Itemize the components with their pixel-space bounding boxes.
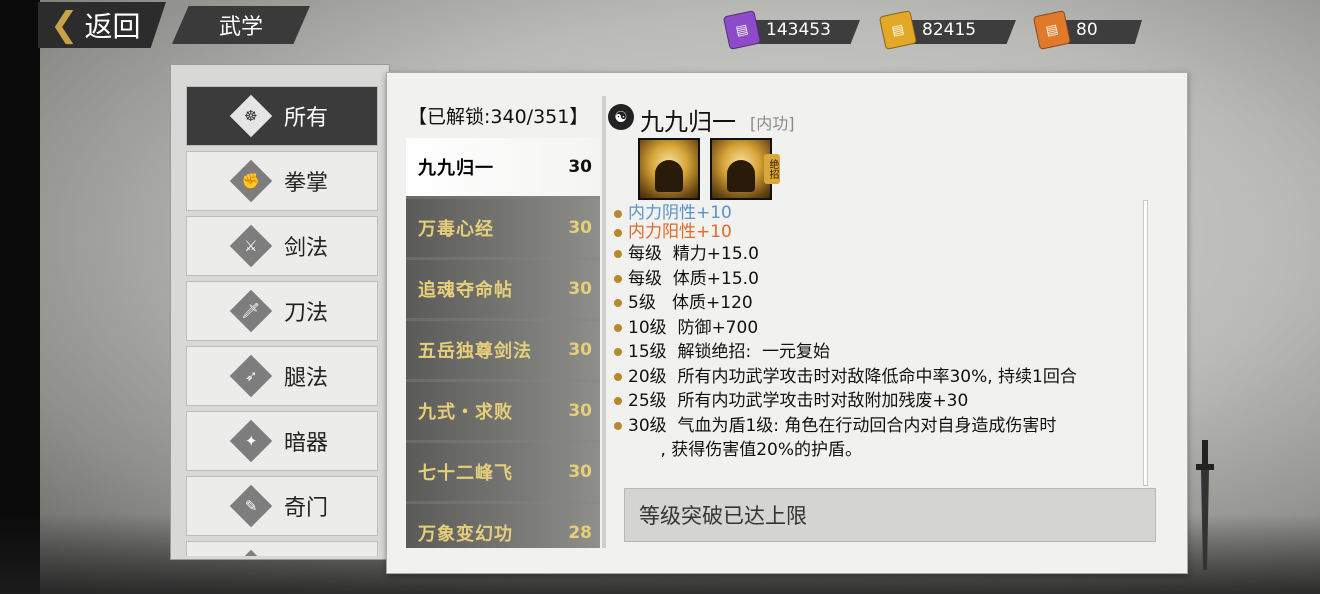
effect-line: 25级 所有内功武学攻击时对敌附加残废+30 [614, 389, 1144, 414]
category-label: 腿法 [283, 366, 328, 391]
internal-art-icon: ☯ [608, 104, 634, 130]
effect-line: 20级 所有内功武学攻击时对敌降低命中率30%, 持续1回合 [614, 365, 1144, 390]
skill-portrait[interactable] [638, 138, 700, 200]
resource-purple[interactable]: ▤ 143453 [722, 10, 860, 50]
sword-decoration-icon [1196, 440, 1214, 570]
category-blade[interactable]: 🗡 刀法 [186, 281, 378, 341]
category-label: 刀法 [283, 301, 328, 326]
purple-ticket-icon: ▤ [722, 10, 762, 50]
meditating-monk-icon [655, 160, 683, 192]
skill-title: 九九归一 [640, 108, 736, 136]
effect-line: 内力阳性+10 [614, 223, 1144, 242]
fire-ticket-icon: ▤ [1032, 10, 1072, 50]
kick-icon: ➶ [229, 354, 273, 398]
effects-list[interactable]: 内力阴性+10 内力阳性+10 每级 精力+15.0 每级 体质+15.0 5级… [614, 204, 1144, 484]
blade-icon: 🗡 [229, 289, 273, 333]
effect-line: 5级 体质+120 [614, 291, 1144, 316]
shuriken-icon: ✦ [229, 419, 273, 463]
page-title: 武学 [172, 6, 310, 44]
category-exotic[interactable]: ✎ 奇门 [186, 476, 378, 536]
category-label: 所有 [283, 106, 328, 131]
resource-value: 82415 [922, 20, 977, 40]
skill-item[interactable]: 七十二峰飞 30 [406, 443, 600, 501]
category-label: 奇门 [283, 496, 328, 521]
gold-ticket-icon: ▤ [878, 10, 918, 50]
skill-item[interactable]: 五岳独尊剑法 30 [406, 321, 600, 379]
divider [602, 96, 606, 548]
category-internal[interactable]: ☯ 内功 [186, 541, 378, 556]
effect-line: 30级 气血为盾1级: 角色在行动回合内对自身造成伤害时 , 获得伤害值20%的… [614, 414, 1144, 463]
effect-line: 内力阴性+10 [614, 204, 1144, 223]
effect-line: 每级 精力+15.0 [614, 242, 1144, 267]
resource-value: 143453 [766, 20, 831, 40]
category-label: 内功 [284, 555, 328, 556]
ultimate-tag: 绝招 [764, 154, 780, 184]
ultimate-portrait[interactable]: 绝招 [710, 138, 780, 200]
category-list[interactable]: ☸ 所有 ✊ 拳掌 ⚔ 剑法 🗡 刀法 ➶ 腿法 ✦ 暗器 ✎ 奇门 ☯ 内功 [186, 86, 378, 556]
skill-item[interactable]: 万象变幻功 28 [406, 504, 600, 548]
meditation-icon: ☯ [229, 549, 273, 556]
unlock-count: 【已解锁:340/351】 [408, 106, 589, 128]
category-hidden-weapon[interactable]: ✦ 暗器 [186, 411, 378, 471]
category-sword[interactable]: ⚔ 剑法 [186, 216, 378, 276]
category-label: 剑法 [283, 236, 328, 261]
meditating-monk-icon [727, 160, 755, 192]
sword-icon: ⚔ [229, 224, 273, 268]
level-limit-status: 等级突破已达上限 [624, 488, 1156, 542]
category-label: 拳掌 [283, 171, 328, 196]
category-kick[interactable]: ➶ 腿法 [186, 346, 378, 406]
resource-value: 80 [1076, 20, 1098, 40]
effect-line: 10级 防御+700 [614, 316, 1144, 341]
skill-type: [内功] [750, 114, 795, 133]
resource-gold[interactable]: ▤ 82415 [878, 10, 1016, 50]
skill-item[interactable]: 追魂夺命帖 30 [406, 260, 600, 318]
fist-icon: ✊ [229, 159, 273, 203]
skill-list[interactable]: 九九归一 30 万毒心经 30 追魂夺命帖 30 五岳独尊剑法 30 九式・求败 30 七… [406, 138, 600, 548]
left-edge [0, 0, 40, 594]
effect-line: 每级 体质+15.0 [614, 267, 1144, 292]
all-icon: ☸ [229, 94, 273, 138]
skill-item[interactable]: 九式・求败 30 [406, 382, 600, 440]
skill-item[interactable]: 万毒心经 30 [406, 199, 600, 257]
category-all[interactable]: ☸ 所有 [186, 86, 378, 146]
back-chevron-icon: ❮ [50, 5, 79, 45]
resource-fire[interactable]: ▤ 80 [1032, 10, 1142, 50]
back-button[interactable]: ❮ 返回 [38, 2, 166, 48]
category-label: 暗器 [283, 431, 328, 456]
category-fist[interactable]: ✊ 拳掌 [186, 151, 378, 211]
effects-scrollbar[interactable] [1143, 200, 1148, 486]
staff-icon: ✎ [229, 484, 273, 528]
skill-item[interactable]: 九九归一 30 [406, 138, 600, 196]
effect-line: 15级 解锁绝招: 一元复始 [614, 340, 1144, 365]
back-label: 返回 [84, 10, 141, 43]
